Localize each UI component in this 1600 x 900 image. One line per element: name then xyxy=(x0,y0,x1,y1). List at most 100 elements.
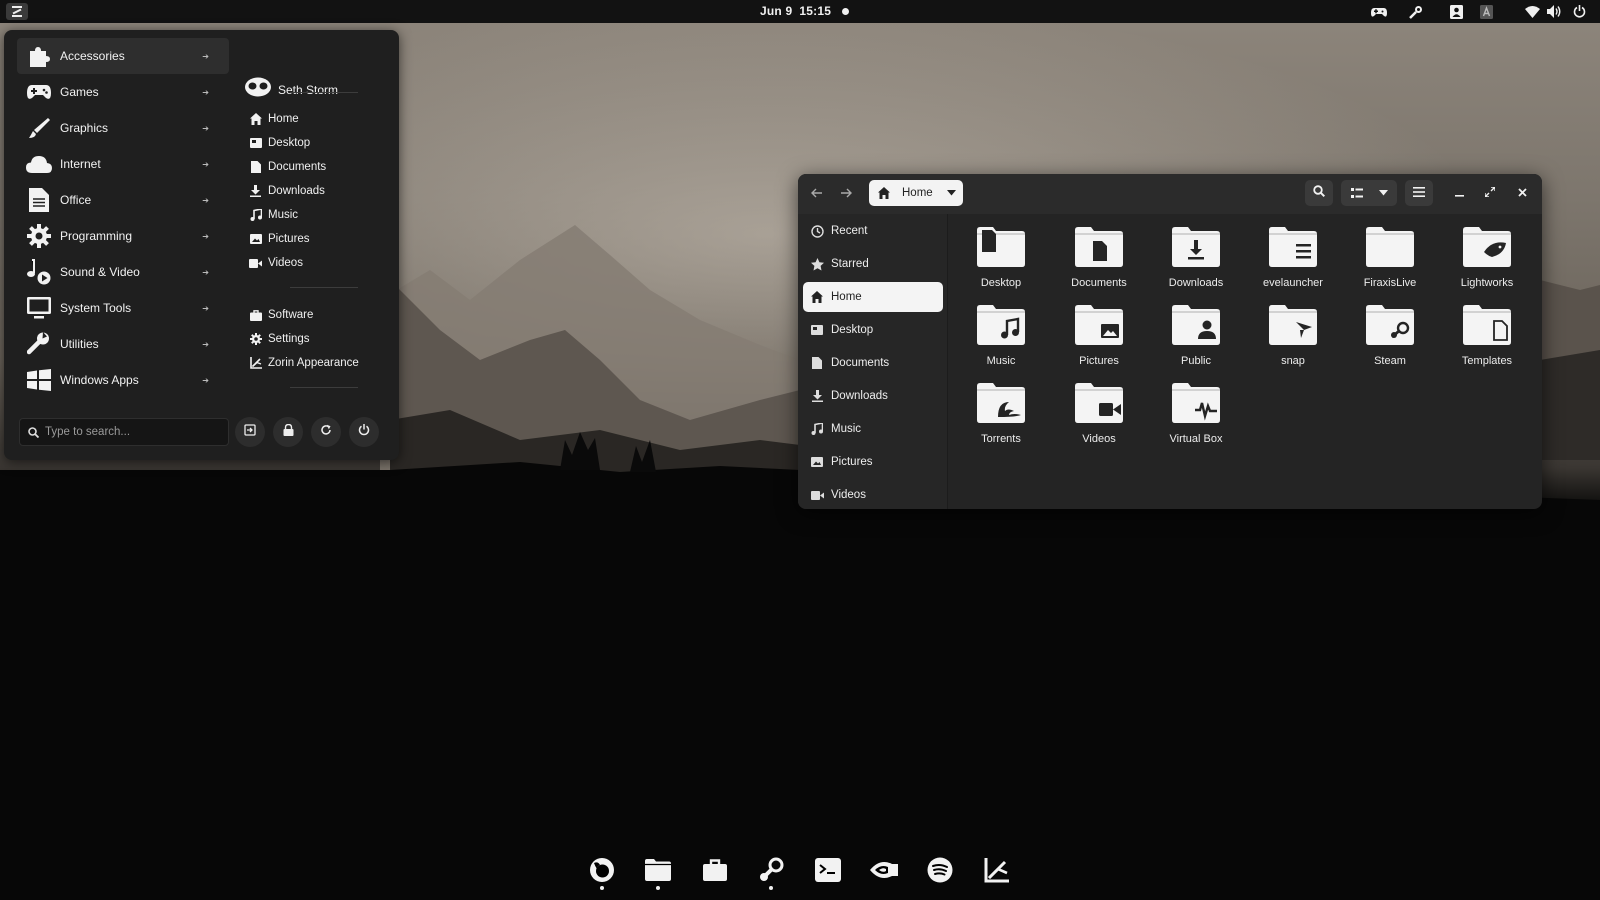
keyboard-layout-icon[interactable] xyxy=(1478,3,1494,20)
main-menu-button[interactable] xyxy=(1405,180,1433,206)
sidebar-item-recent[interactable]: Recent xyxy=(803,216,943,246)
avatar-icon xyxy=(245,77,271,102)
folder-steam[interactable]: Steam xyxy=(1343,304,1437,376)
sidebar-item-videos[interactable]: Videos xyxy=(803,480,943,509)
category-system-tools[interactable]: System Tools ➔ xyxy=(17,290,229,326)
lock-button[interactable] xyxy=(273,417,303,447)
place-desktop[interactable]: Desktop xyxy=(249,133,310,153)
volume-icon[interactable] xyxy=(1545,3,1563,20)
category-programming[interactable]: Programming ➔ xyxy=(17,218,229,254)
contact-tray-icon[interactable] xyxy=(1448,3,1464,20)
folder-pictures-icon xyxy=(1074,304,1124,351)
place-documents[interactable]: Documents xyxy=(249,157,326,177)
chevron-right-icon: ➔ xyxy=(202,51,209,61)
dock-files[interactable] xyxy=(644,858,672,886)
category-accessories[interactable]: Accessories ➔ xyxy=(17,38,229,74)
sidebar-item-label: Downloads xyxy=(831,390,888,402)
firefox-icon xyxy=(589,857,615,888)
power-menu-icon[interactable] xyxy=(1570,3,1588,20)
category-label: Programming xyxy=(60,229,133,243)
wifi-icon[interactable] xyxy=(1523,3,1541,20)
zorin-menu-button[interactable] xyxy=(6,3,28,20)
close-button[interactable] xyxy=(1511,182,1533,204)
dock-firefox[interactable] xyxy=(588,857,616,888)
folder-label: Downloads xyxy=(1168,277,1224,289)
place-home[interactable]: Home xyxy=(249,109,299,129)
place-zorin-appearance[interactable]: Zorin Appearance xyxy=(249,353,359,373)
restart-button[interactable] xyxy=(311,417,341,447)
path-bar-home[interactable]: Home xyxy=(869,180,963,206)
sidebar-item-label: Starred xyxy=(831,258,869,270)
forward-button[interactable] xyxy=(835,183,857,205)
category-label: Utilities xyxy=(60,337,99,351)
folder-snap[interactable]: snap xyxy=(1246,304,1340,376)
dock-terminal[interactable] xyxy=(814,857,842,886)
sidebar-item-documents[interactable]: Documents xyxy=(803,348,943,378)
logout-icon xyxy=(244,423,256,441)
back-button[interactable] xyxy=(806,183,828,205)
category-windows-apps[interactable]: Windows Apps ➔ xyxy=(17,362,229,398)
zorin-logo-icon xyxy=(12,6,22,17)
dock-zorin-appearance[interactable] xyxy=(983,857,1011,886)
category-games[interactable]: Games ➔ xyxy=(17,74,229,110)
video-icon xyxy=(249,257,262,270)
place-videos[interactable]: Videos xyxy=(249,253,303,273)
dock-nvidia[interactable] xyxy=(870,858,898,886)
dock-spotify[interactable] xyxy=(926,857,954,886)
category-utilities[interactable]: Utilities ➔ xyxy=(17,326,229,362)
sidebar-item-pictures[interactable]: Pictures xyxy=(803,447,943,477)
folder-label: Music xyxy=(986,355,1016,367)
place-pictures[interactable]: Pictures xyxy=(249,229,310,249)
dock-steam[interactable] xyxy=(757,857,785,886)
category-graphics[interactable]: Graphics ➔ xyxy=(17,110,229,146)
folder-templates[interactable]: Templates xyxy=(1440,304,1534,376)
power-icon xyxy=(358,423,370,441)
gamepad-tray-icon[interactable] xyxy=(1370,3,1388,20)
place-label: Desktop xyxy=(268,137,311,149)
folder-public[interactable]: Public xyxy=(1149,304,1243,376)
shutdown-button[interactable] xyxy=(349,417,379,447)
search-button[interactable] xyxy=(1305,180,1333,206)
appearance-icon xyxy=(249,357,262,370)
place-downloads[interactable]: Downloads xyxy=(249,181,325,201)
menu-search-input[interactable] xyxy=(45,426,215,438)
sidebar-item-label: Recent xyxy=(831,225,868,237)
gear-icon xyxy=(26,223,52,249)
place-music[interactable]: Music xyxy=(249,205,298,225)
place-software[interactable]: Software xyxy=(249,305,313,325)
category-office[interactable]: Office ➔ xyxy=(17,182,229,218)
sidebar-item-desktop[interactable]: Desktop xyxy=(803,315,943,345)
view-toggle-button[interactable] xyxy=(1341,180,1397,206)
category-label: System Tools xyxy=(60,301,132,315)
folder-pictures[interactable]: Pictures xyxy=(1052,304,1146,376)
user-account[interactable]: Seth Storm xyxy=(245,77,338,102)
folder-videos[interactable]: Videos xyxy=(1052,382,1146,454)
sidebar-item-home[interactable]: Home xyxy=(803,282,943,312)
folder-downloads[interactable]: Downloads xyxy=(1149,226,1243,298)
category-internet[interactable]: Internet ➔ xyxy=(17,146,229,182)
folder-label: evelauncher xyxy=(1263,277,1323,289)
folder-virtual-box[interactable]: Virtual Box xyxy=(1149,382,1243,454)
restart-icon xyxy=(320,423,332,441)
folder-desktop[interactable]: Desktop xyxy=(954,226,1048,298)
category-sound-video[interactable]: Sound & Video ➔ xyxy=(17,254,229,290)
place-settings[interactable]: Settings xyxy=(249,329,310,349)
bag-icon xyxy=(249,309,262,322)
folder-torrents[interactable]: Torrents xyxy=(954,382,1048,454)
sidebar-item-starred[interactable]: Starred xyxy=(803,249,943,279)
chevron-down-icon[interactable] xyxy=(946,190,956,196)
folder-lightworks[interactable]: Lightworks xyxy=(1440,226,1534,298)
clock[interactable]: Jun 9 15:15 xyxy=(760,4,831,18)
logout-button[interactable] xyxy=(235,417,265,447)
folder-music[interactable]: Music xyxy=(954,304,1048,376)
minimize-button[interactable] xyxy=(1448,182,1470,204)
folder-documents[interactable]: Documents xyxy=(1052,226,1146,298)
maximize-button[interactable] xyxy=(1479,182,1501,204)
steam-tray-icon[interactable] xyxy=(1407,3,1425,20)
folder-firaxislive[interactable]: FiraxisLive xyxy=(1343,226,1437,298)
folder-evelauncher[interactable]: evelauncher xyxy=(1246,226,1340,298)
dock-software[interactable] xyxy=(701,858,729,886)
sidebar-item-music[interactable]: Music xyxy=(803,414,943,444)
clock-icon xyxy=(810,224,824,238)
sidebar-item-downloads[interactable]: Downloads xyxy=(803,381,943,411)
